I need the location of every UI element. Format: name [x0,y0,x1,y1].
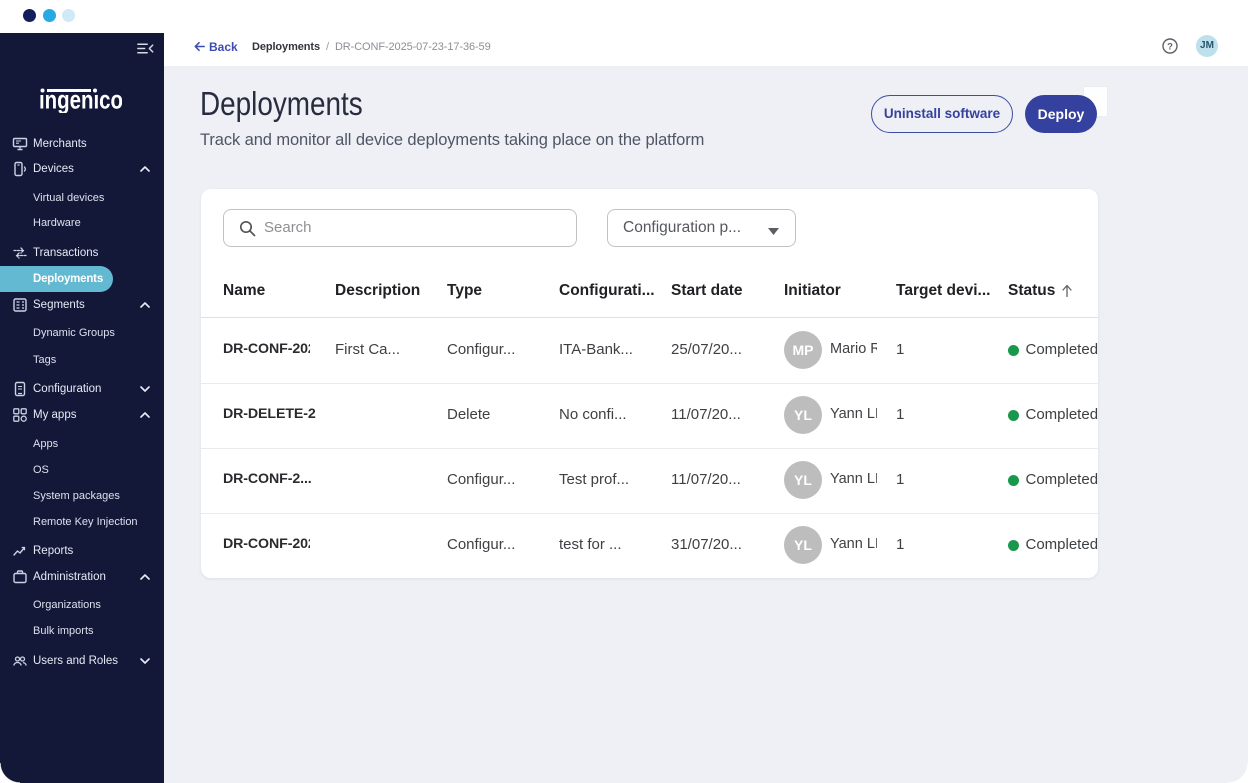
svg-text:?: ? [1167,41,1173,52]
